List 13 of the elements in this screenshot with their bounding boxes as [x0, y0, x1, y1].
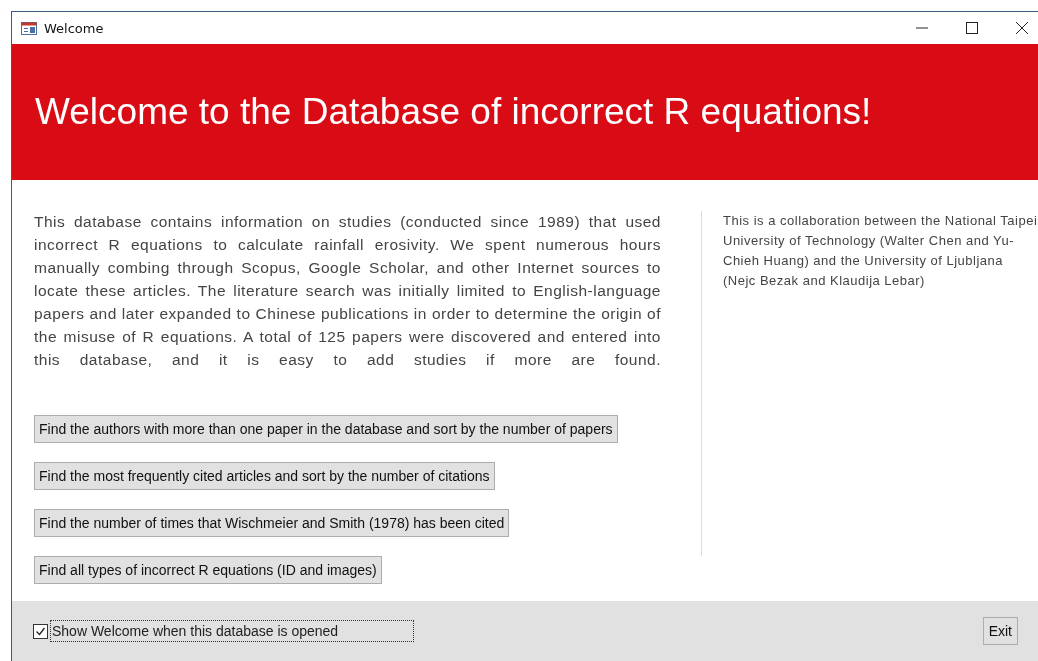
- window-title: Welcome: [44, 20, 104, 36]
- credits-paragraph: This is a collaboration between the National Taipei University of Technology (Walter Chen and Yu-Chieh Huang) and the University of Ljubljana (Nejc Bezak and Klaudija Lebar): [723, 212, 1038, 290]
- query-button[interactable]: Find the most frequently cited articles and sort by the number of citations: [34, 462, 495, 490]
- description-paragraph: This database contains information on studies (conducted since 1989) that used incorrect R equations to calculate rainfall erosivity. We spent numerous hours manually combing through Scopus, Google Scholar, and other Internet sources to locate these articles. The literature search was initially limited to English-language papers and later expanded to Chinese publications in order to determine the origin of the misuse of R equations. A total of 125 papers were discovered and entered into this database, and it is easy to add studies if more are found.: [34, 212, 661, 370]
- checkbox[interactable]: [33, 623, 48, 639]
- form-icon: [21, 21, 37, 35]
- query-button[interactable]: Find the authors with more than one paper in the database and sort by the number of papers: [34, 415, 618, 443]
- page-heading: Welcome to the Database of incorrect R equations!: [35, 91, 872, 133]
- query-button[interactable]: Find the number of times that Wischmeier and Smith (1978) has been cited: [34, 509, 510, 537]
- close-icon[interactable]: [1016, 22, 1028, 34]
- maximize-icon[interactable]: [966, 22, 978, 34]
- exit-button[interactable]: Exit: [982, 617, 1018, 645]
- query-button[interactable]: Find all types of incorrect R equations (ID and images): [34, 556, 382, 584]
